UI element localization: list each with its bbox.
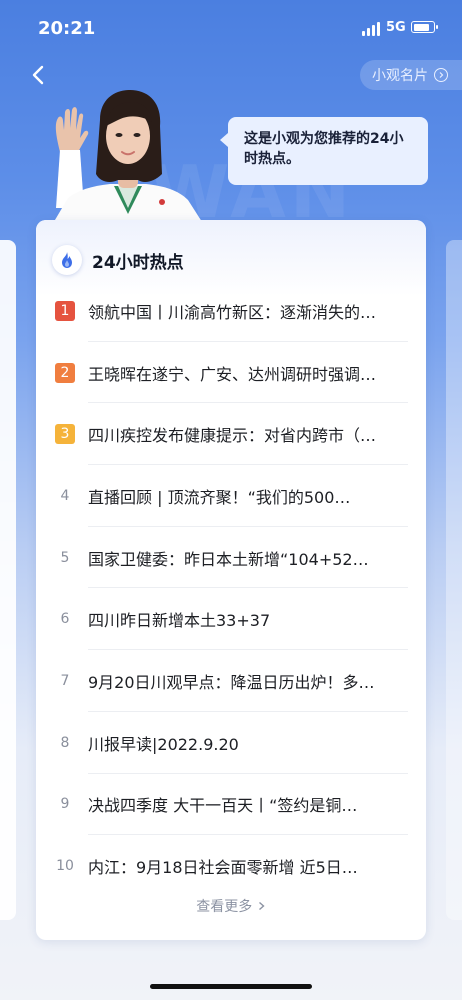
hot-list: 1 领航中国丨川渝高竹新区：逐渐消失的… 2 王晓晖在遂宁、广安、达州调研时强调… 3 四… — [36, 280, 426, 897]
rank-badge: 6 — [60, 611, 70, 628]
network-label: 5G — [386, 20, 406, 35]
hot-list-item[interactable]: 5 国家卫健委：昨日本土新增“104+52… — [36, 527, 426, 589]
hot-list-item[interactable]: 3 四川疾控发布健康提示：对省内跨市（… — [36, 403, 426, 466]
status-bar: 20:21 5G — [0, 0, 462, 56]
back-button[interactable] — [24, 60, 54, 90]
rank-badge: 1 — [55, 300, 75, 321]
signal-icon — [362, 22, 382, 36]
battery-icon — [411, 21, 438, 33]
home-indicator[interactable] — [150, 984, 312, 989]
view-more-label: 查看更多 — [196, 899, 253, 915]
hot-list-item-title: 9月20日川观早点：降温日历出炉！多… — [88, 672, 375, 692]
hot-list-item[interactable]: 8 川报早读|2022.9.20 — [36, 712, 426, 774]
rank-badge: 9 — [60, 796, 70, 813]
hot-list-item-title: 直播回顾 | 顶流齐聚！“我们的500… — [88, 487, 351, 507]
hot-list-title: 24小时热点 — [92, 253, 184, 273]
hot-list-item-title: 国家卫健委：昨日本土新增“104+52… — [88, 549, 369, 569]
rank-badge: 10 — [56, 858, 74, 875]
status-time: 20:21 — [38, 18, 96, 39]
hot-list-item-title: 决战四季度 大干一百天丨“签约是铜… — [88, 796, 358, 816]
rank-badge: 4 — [60, 487, 70, 504]
hot-list-item[interactable]: 10 内江：9月18日社会面零新增 近5日… — [36, 835, 426, 897]
flame-icon — [52, 245, 82, 275]
battery-fill — [413, 23, 429, 31]
hot-list-card: 24小时热点 1 领航中国丨川渝高竹新区：逐渐消失的… 2 王晓晖在遂宁、广安、达州调… — [36, 220, 426, 940]
rank-badge: 3 — [55, 424, 75, 445]
rank-badge: 7 — [60, 672, 70, 689]
hot-list-item[interactable]: 4 直播回顾 | 顶流齐聚！“我们的500… — [36, 465, 426, 527]
hot-list-item[interactable]: 9 决战四季度 大干一百天丨“签约是铜… — [36, 774, 426, 836]
virtual-host-avatar — [38, 90, 208, 225]
hot-list-item-title: 王晓晖在遂宁、广安、达州调研时强调… — [88, 364, 377, 384]
hot-list-item-title: 内江：9月18日社会面零新增 近5日… — [88, 858, 358, 878]
hot-list-item-title: 四川疾控发布健康提示：对省内跨市（… — [88, 426, 377, 446]
rank-badge: 2 — [55, 362, 75, 383]
assistant-message: 这是小观为您推荐的24小时热点。 — [220, 117, 428, 185]
hot-list-item[interactable]: 6 四川昨日新增本土33+37 — [36, 588, 426, 651]
profile-card-label: 小观名片 — [372, 68, 428, 84]
rank-badge: 5 — [60, 549, 70, 566]
hot-list-item[interactable]: 2 王晓晖在遂宁、广安、达州调研时强调… — [36, 342, 426, 404]
hot-list-item-title: 领航中国丨川渝高竹新区：逐渐消失的… — [88, 302, 377, 322]
profile-card-button[interactable]: 小观名片 — [360, 60, 462, 90]
hot-list-item-title: 四川昨日新增本土33+37 — [88, 611, 271, 631]
hot-list-item[interactable]: 7 9月20日川观早点：降温日历出炉！多… — [36, 650, 426, 712]
hot-list-item[interactable]: 1 领航中国丨川渝高竹新区：逐渐消失的… — [36, 280, 426, 342]
next-card[interactable] — [446, 240, 462, 920]
hot-list-item-title: 川报早读|2022.9.20 — [88, 734, 239, 754]
chevron-left-icon — [32, 65, 44, 85]
view-more-link[interactable]: 查看更多 — [36, 896, 426, 916]
circle-chevron-right-icon — [434, 68, 448, 82]
chevron-right-icon — [257, 899, 266, 915]
rank-badge: 8 — [60, 734, 70, 751]
previous-card[interactable] — [0, 240, 16, 920]
